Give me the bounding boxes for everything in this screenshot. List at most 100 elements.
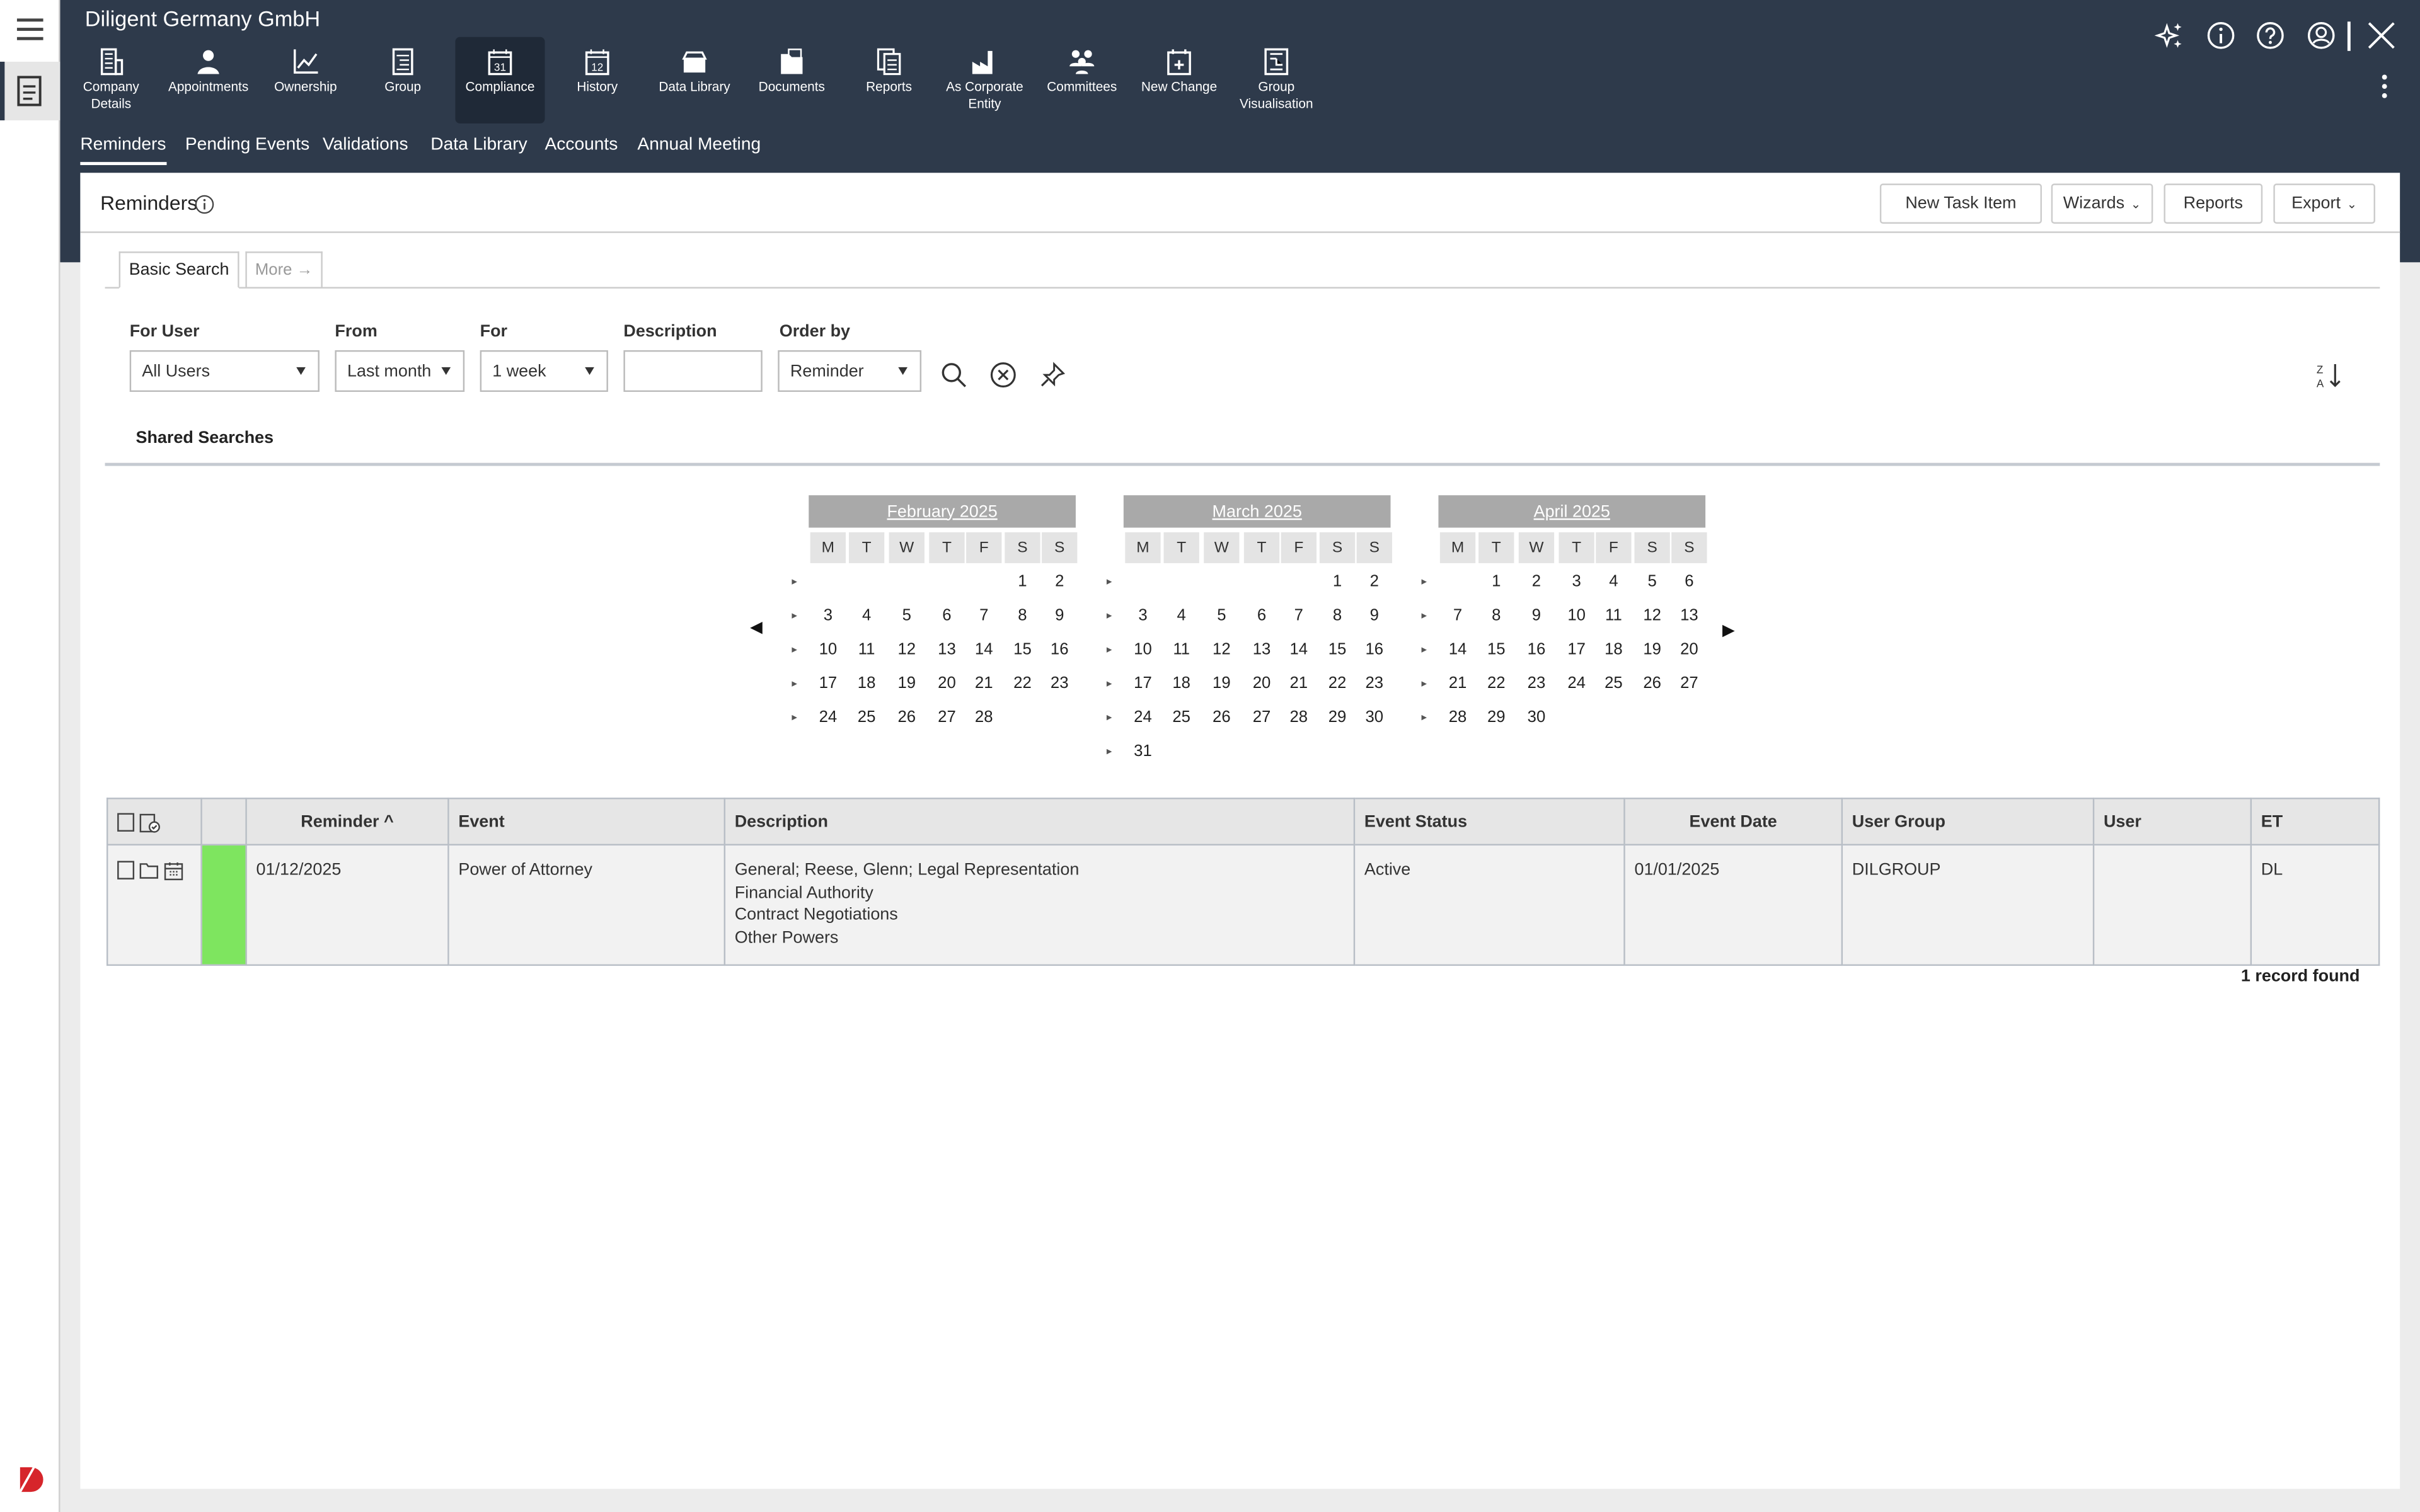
calendar-day[interactable]: 2: [1357, 573, 1392, 591]
subtab-validations[interactable]: Validations: [323, 136, 408, 163]
for-user-select[interactable]: All Users: [129, 350, 320, 392]
calendar-day[interactable]: 16: [1357, 640, 1392, 658]
calendar-day[interactable]: 3: [1125, 606, 1160, 624]
info-icon[interactable]: [195, 195, 215, 215]
calendar-day[interactable]: 17: [1559, 640, 1594, 658]
calendar-day[interactable]: 14: [966, 640, 1001, 658]
calendar-day[interactable]: 16: [1519, 640, 1554, 658]
sidebar-item-document[interactable]: [0, 61, 60, 121]
calendar-day[interactable]: 22: [1320, 674, 1355, 692]
description-column-header[interactable]: Description: [723, 798, 1356, 846]
order-by-select[interactable]: Reminder: [778, 350, 922, 392]
row-checkbox[interactable]: [117, 861, 135, 880]
calendar-day[interactable]: 13: [1244, 640, 1279, 658]
calendar-day[interactable]: 27: [1244, 708, 1279, 726]
week-select-icon[interactable]: ▸: [792, 643, 797, 656]
pin-icon[interactable]: [1039, 361, 1066, 389]
calendar-day[interactable]: 9: [1042, 606, 1077, 624]
et-column-header[interactable]: ET: [2250, 798, 2380, 846]
ai-sparkle-icon[interactable]: [2154, 20, 2186, 51]
close-icon[interactable]: [2366, 20, 2397, 51]
calendar-day[interactable]: 29: [1320, 708, 1355, 726]
nav-reports[interactable]: Reports: [844, 37, 934, 123]
reminder-column-header[interactable]: Reminder ^: [245, 798, 449, 846]
hamburger-menu-icon[interactable]: [16, 18, 43, 40]
folder-icon[interactable]: [139, 861, 159, 879]
calendar-day[interactable]: 23: [1519, 674, 1554, 692]
calendar-day[interactable]: 24: [810, 708, 846, 726]
calendar-day[interactable]: 28: [1281, 708, 1317, 726]
clear-search-icon[interactable]: [989, 361, 1017, 389]
month-title-link[interactable]: March 2025: [1123, 495, 1391, 528]
prev-month-icon[interactable]: [750, 621, 763, 634]
calendar-day[interactable]: 29: [1478, 708, 1514, 726]
event-column-header[interactable]: Event: [447, 798, 726, 846]
week-select-icon[interactable]: ▸: [1422, 575, 1427, 588]
nav-data-library[interactable]: Data Library: [650, 37, 739, 123]
table-row[interactable]: 01/12/2025 Power of Attorney General; Re…: [106, 844, 2380, 966]
calendar-day[interactable]: 30: [1357, 708, 1392, 726]
nav-company-details[interactable]: Company Details: [66, 37, 156, 123]
select-all-checkbox[interactable]: [117, 812, 135, 831]
calendar-day[interactable]: 6: [1244, 606, 1279, 624]
calendar-day[interactable]: 21: [966, 674, 1001, 692]
description-input[interactable]: [623, 350, 763, 392]
calendar-icon[interactable]: [164, 861, 184, 881]
event-status-column-header[interactable]: Event Status: [1353, 798, 1625, 846]
calendar-day[interactable]: 7: [1440, 606, 1475, 624]
calendar-day[interactable]: 22: [1005, 674, 1040, 692]
calendar-day[interactable]: 27: [929, 708, 964, 726]
calendar-day[interactable]: 10: [810, 640, 846, 658]
calendar-day[interactable]: 8: [1478, 606, 1514, 624]
help-icon[interactable]: [2255, 20, 2286, 51]
calendar-day[interactable]: 18: [1596, 640, 1631, 658]
subtab-annual-meeting[interactable]: Annual Meeting: [637, 136, 761, 163]
subtab-accounts[interactable]: Accounts: [544, 136, 618, 163]
next-month-icon[interactable]: [1722, 624, 1735, 638]
month-title-link[interactable]: February 2025: [809, 495, 1076, 528]
calendar-day[interactable]: 31: [1125, 742, 1160, 760]
nav-as-corporate-entity[interactable]: As Corporate Entity: [940, 37, 1029, 123]
calendar-day[interactable]: 18: [1164, 674, 1199, 692]
calendar-day[interactable]: 13: [1671, 606, 1707, 624]
shared-searches-link[interactable]: Shared Searches: [136, 429, 274, 447]
calendar-day[interactable]: 12: [1204, 640, 1239, 658]
calendar-day[interactable]: 11: [1596, 606, 1631, 624]
subtab-pending-events[interactable]: Pending Events: [185, 136, 309, 163]
calendar-day[interactable]: 3: [810, 606, 846, 624]
user-group-column-header[interactable]: User Group: [1841, 798, 2095, 846]
calendar-day[interactable]: 8: [1320, 606, 1355, 624]
nav-compliance[interactable]: 31 Compliance: [455, 37, 545, 123]
calendar-day[interactable]: 14: [1281, 640, 1317, 658]
tab-basic-search[interactable]: Basic Search: [118, 251, 239, 289]
calendar-day[interactable]: 20: [1671, 640, 1707, 658]
calendar-day[interactable]: 22: [1478, 674, 1514, 692]
week-select-icon[interactable]: ▸: [1422, 643, 1427, 656]
calendar-day[interactable]: 23: [1042, 674, 1077, 692]
user-profile-icon[interactable]: [2306, 20, 2337, 51]
calendar-day[interactable]: 17: [810, 674, 846, 692]
calendar-day[interactable]: 4: [1596, 573, 1631, 591]
calendar-day[interactable]: 7: [966, 606, 1001, 624]
calendar-day[interactable]: 25: [1164, 708, 1199, 726]
nav-appointments[interactable]: Appointments: [164, 37, 253, 123]
new-task-item-button[interactable]: New Task Item: [1879, 183, 2043, 224]
user-column-header[interactable]: User: [2092, 798, 2252, 846]
nav-documents[interactable]: Documents: [747, 37, 836, 123]
calendar-day[interactable]: 5: [1204, 606, 1239, 624]
week-select-icon[interactable]: ▸: [1107, 677, 1112, 690]
calendar-day[interactable]: 3: [1559, 573, 1594, 591]
calendar-day[interactable]: 15: [1005, 640, 1040, 658]
week-select-icon[interactable]: ▸: [1107, 609, 1112, 622]
week-select-icon[interactable]: ▸: [792, 677, 797, 690]
calendar-day[interactable]: 24: [1559, 674, 1594, 692]
calendar-day[interactable]: 4: [1164, 606, 1199, 624]
calendar-day[interactable]: 6: [929, 606, 964, 624]
calendar-day[interactable]: 2: [1042, 573, 1077, 591]
sort-za-icon[interactable]: ZA: [2315, 361, 2346, 389]
calendar-day[interactable]: 28: [1440, 708, 1475, 726]
calendar-day[interactable]: 6: [1671, 573, 1707, 591]
nav-group-visualisation[interactable]: Group Visualisation: [1231, 37, 1321, 123]
month-title-link[interactable]: April 2025: [1438, 495, 1706, 528]
calendar-day[interactable]: 10: [1559, 606, 1594, 624]
